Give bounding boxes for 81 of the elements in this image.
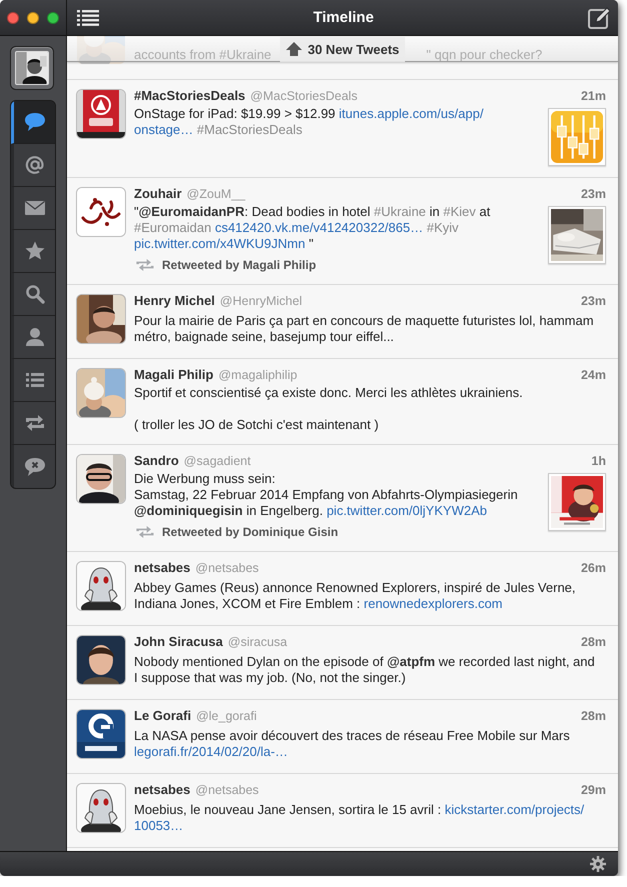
mention-link[interactable]: @EuromaidanPR (138, 204, 244, 219)
sidebar-tab[interactable] (11, 359, 55, 402)
tweet-time: 26m (580, 560, 606, 576)
new-tweets-banner[interactable]: 30 New Tweets (280, 36, 406, 62)
thumbnail-frame[interactable] (548, 206, 606, 264)
hashtag-link[interactable]: #Kiev (443, 204, 476, 219)
author-name[interactable]: Sandro (134, 453, 179, 469)
author-handle[interactable]: @ZouM__ (186, 186, 246, 202)
retweet-icon (134, 259, 156, 271)
window-title: Timeline (312, 9, 375, 26)
author-handle[interactable]: @siracusa (228, 634, 288, 650)
sidebar-tab[interactable] (11, 187, 55, 230)
tweet-time: 23m (580, 186, 606, 202)
tweet-text: "@EuromaidanPR: Dead bodies in hotel #Ukraine in #Kiev at #Euromaidan cs412420.vk.me/v412420322/865… #Kyiv pic.twitter.com/x4WKU9JNmn " (134, 204, 492, 252)
sidebar-tab[interactable] (11, 101, 55, 144)
tweet-text: Nobody mentioned Dylan on the episode of @atpfm we recorded last night, and I suppose that was my job. (No, not the singer.) (134, 654, 596, 686)
author-name[interactable]: netsabes (134, 782, 190, 798)
retweeted-by[interactable]: Retweeted by Magali Philip (162, 257, 316, 273)
author-name[interactable]: Zouhair (134, 186, 182, 202)
link[interactable]: pic.twitter.com/0ljYKYW2Ab (326, 503, 487, 518)
author-handle[interactable]: @netsabes (195, 782, 259, 798)
hashtag-link[interactable]: #MacStoriesDeals (196, 122, 302, 137)
tweet-text: Sportif et conscientisé ça existe donc. Merci les athlètes ukrainiens. ( troller les JO de Sotchi c'est maintenant ) (134, 385, 524, 433)
tweet-time: 28m (580, 634, 606, 650)
speech-bubble-icon (22, 110, 46, 134)
link[interactable]: legorafi.fr/2014/02/20/la-… (134, 744, 288, 759)
sidebar-tab[interactable] (11, 273, 55, 316)
tweet-time: 23m (580, 293, 606, 309)
profile-button[interactable] (10, 46, 54, 90)
link[interactable]: renownedexplorers.com (364, 596, 502, 611)
link[interactable]: onstage… (134, 122, 194, 137)
retweet-icon (134, 526, 156, 538)
author-handle[interactable]: @HenryMichel (220, 293, 302, 309)
hashtag-link[interactable]: #Ukraine (374, 204, 426, 219)
tweet-text: Abbey Games (Reus) annonce Renowned Explorers, inspiré de Jules Verne, Indiana Jones, XCOM et Fire Emblem : renownedexplorers.com (134, 580, 577, 612)
sidebar-tab[interactable] (11, 230, 55, 273)
link[interactable]: itunes.apple.com/us/app/ (338, 106, 484, 121)
tweet-text: Die Werbung muss sein: Samstag, 22 Februar 2014 Empfang von Abfahrts-Olympiasiegerin @dominiquegisin in Engelberg. pic.twitter.com/0ljYKYW2Ab (134, 471, 519, 519)
author-handle[interactable]: @sagadient (184, 453, 251, 469)
link[interactable]: 10053… (134, 818, 184, 833)
tweet-time: 28m (580, 708, 606, 724)
author-handle[interactable]: @magaliphilip (218, 367, 298, 383)
retweeted-by[interactable]: Retweeted by Dominique Gisin (162, 524, 338, 540)
faded-tweet-text: accounts from #Ukraine (134, 47, 272, 64)
author-name[interactable]: Magali Philip (134, 367, 214, 383)
tweet-text: Pour la mairie de Paris ça part en concours de maquette futuristes lol, hammam métro, baignade seine, basejump tour eiffel... (134, 313, 595, 345)
sidebar-tab[interactable] (11, 402, 55, 445)
sidebar-tab[interactable] (11, 316, 55, 359)
close-button[interactable] (7, 12, 19, 24)
author-name[interactable]: #MacStoriesDeals (134, 88, 246, 104)
author-name[interactable]: netsabes (134, 560, 190, 576)
faded-tweet-text: " qqn pour checker? (426, 47, 542, 64)
tweet-time: 29m (580, 782, 606, 798)
author-handle[interactable]: @netsabes (195, 560, 259, 576)
link[interactable]: cs412420.vk.me/v412420322/865… (214, 220, 424, 235)
link[interactable]: pic.twitter.com/x4WKU9JNmn (134, 236, 306, 251)
tweet-time: 21m (580, 88, 606, 104)
up-arrow-icon (286, 42, 302, 56)
tweet-text: La NASA pense avoir découvert des traces de réseau Free Mobile sur Mars legorafi.fr/2014/02/20/la-… (134, 728, 571, 760)
thumbnail-frame[interactable] (548, 473, 606, 531)
thumbnail-frame[interactable] (548, 108, 606, 166)
menu-icon[interactable] (77, 8, 99, 26)
mention-link[interactable]: @atpfm (386, 654, 436, 669)
hashtag-link[interactable]: #Kyiv (426, 220, 459, 235)
author-handle[interactable]: @le_gorafi (196, 708, 257, 724)
tweet-time: 1h (591, 453, 606, 469)
tweet-text: OnStage for iPad: $19.99 > $12.99 itunes.apple.com/us/app/ onstage… #MacStoriesDeals (134, 106, 484, 138)
zoom-button[interactable] (47, 12, 59, 24)
settings-icon[interactable] (590, 856, 606, 872)
hashtag-link[interactable]: #Euromaidan (134, 220, 212, 235)
minimize-button[interactable] (27, 12, 39, 24)
author-name[interactable]: Henry Michel (134, 293, 215, 309)
author-name[interactable]: Le Gorafi (134, 708, 192, 724)
sidebar-tab[interactable] (11, 144, 55, 187)
link[interactable]: kickstarter.com/projects/ (444, 802, 584, 817)
tweet-text: Moebius, le nouveau Jane Jensen, sortira le 15 avril : kickstarter.com/projects/ 10053… (134, 802, 586, 834)
tweet-time: 24m (580, 367, 606, 383)
mention-link[interactable]: @dominiquegisin (134, 503, 243, 518)
author-name[interactable]: John Siracusa (134, 634, 223, 650)
author-handle[interactable]: @MacStoriesDeals (250, 88, 358, 104)
compose-icon[interactable] (588, 6, 610, 28)
